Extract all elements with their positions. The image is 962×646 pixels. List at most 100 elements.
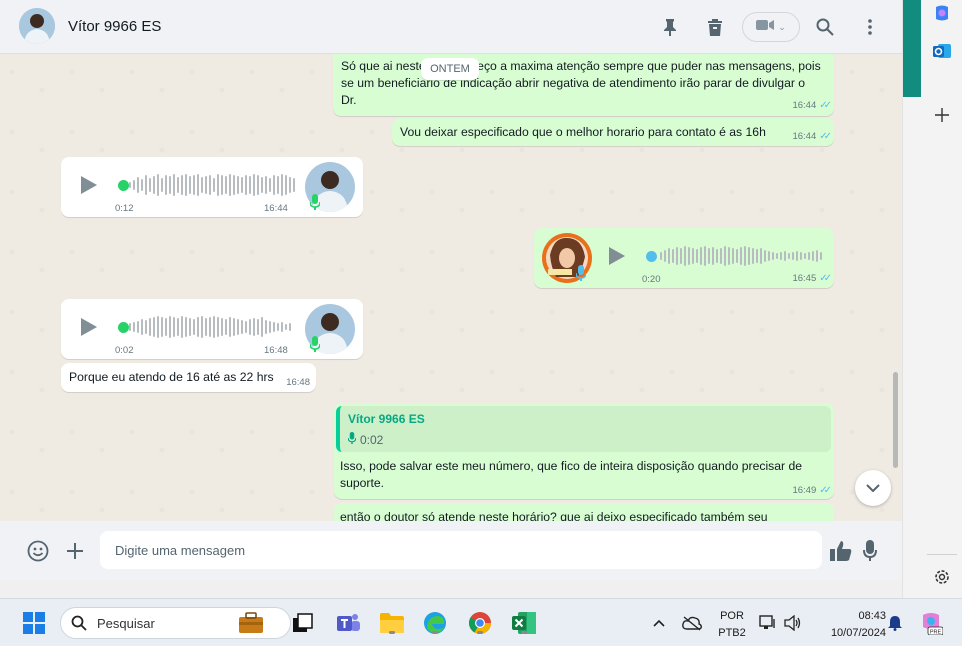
- waveform-bar: [137, 321, 139, 333]
- waveform-bar: [133, 180, 135, 190]
- message-text: Só que ai neste horário peço a maxima at…: [341, 59, 821, 107]
- settings-icon[interactable]: [931, 566, 953, 588]
- contact-avatar[interactable]: [19, 8, 55, 44]
- windows-start-icon[interactable]: [21, 610, 47, 636]
- voice-message-bubble[interactable]: 0:12 16:44: [61, 157, 363, 217]
- waveform-bar: [692, 248, 694, 264]
- reply-message-bubble[interactable]: Vítor 9966 ES 0:02 Isso, pode salvar est…: [334, 403, 834, 499]
- chrome-icon[interactable]: [467, 610, 493, 636]
- waveform-bar: [161, 317, 163, 337]
- outlook-icon[interactable]: [931, 40, 953, 62]
- waveform-bar: [129, 323, 131, 331]
- play-icon[interactable]: [609, 247, 625, 265]
- clock[interactable]: 08:43 10/07/2024: [812, 609, 886, 640]
- waveform-bar: [205, 176, 207, 194]
- waveform-bar: [712, 247, 714, 265]
- language-indicator[interactable]: POR PTB2: [713, 609, 751, 640]
- scroll-down-button[interactable]: [855, 470, 891, 506]
- waveform-bar: [217, 174, 219, 196]
- copilot-icon[interactable]: [931, 2, 953, 24]
- file-explorer-icon[interactable]: [379, 610, 405, 636]
- audio-waveform[interactable]: [129, 174, 295, 196]
- scrollbar-thumb[interactable]: [893, 372, 898, 468]
- waveform-bar: [201, 177, 203, 193]
- waveform-bar: [277, 176, 279, 194]
- chevron-up-icon[interactable]: [649, 610, 669, 636]
- running-indicator: [389, 631, 395, 634]
- notification-bell-icon[interactable]: [886, 610, 904, 636]
- emoji-icon[interactable]: [26, 539, 50, 563]
- waveform-bar: [249, 319, 251, 335]
- audio-waveform[interactable]: [129, 316, 291, 338]
- waveform-bar: [145, 175, 147, 195]
- message-input[interactable]: [100, 531, 822, 569]
- waveform-bar: [169, 316, 171, 338]
- waveform-bar: [177, 318, 179, 336]
- playback-position-dot[interactable]: [118, 322, 129, 333]
- waveform-bar: [776, 253, 778, 259]
- volume-icon[interactable]: [782, 610, 804, 636]
- side-divider: [927, 554, 957, 555]
- waveform-bar: [193, 175, 195, 195]
- thumbs-up-icon[interactable]: [829, 539, 853, 563]
- language-code: POR: [720, 610, 744, 622]
- waveform-bar: [285, 175, 287, 195]
- waveform-bar: [133, 322, 135, 332]
- message-list[interactable]: Só que ai neste horário peço a maxima at…: [0, 54, 902, 521]
- taskbar-search[interactable]: Pesquisar: [60, 607, 291, 639]
- waveform-bar: [269, 321, 271, 333]
- attach-plus-icon[interactable]: [63, 539, 87, 563]
- task-view-icon[interactable]: [290, 610, 316, 636]
- clock-date: 10/07/2024: [830, 627, 886, 639]
- voice-message-bubble[interactable]: 0:20 16:45 ✓✓: [534, 228, 834, 288]
- message-bubble[interactable]: Porque eu atendo de 16 até as 22 hrs 16:…: [61, 363, 316, 392]
- add-icon[interactable]: [931, 104, 953, 126]
- waveform-bar: [173, 317, 175, 337]
- message-bubble[interactable]: então o doutor só atende neste horário? …: [334, 503, 834, 521]
- playback-position-dot[interactable]: [646, 251, 657, 262]
- waveform-bar: [141, 179, 143, 191]
- waveform-bar: [253, 318, 255, 336]
- waveform-bar: [744, 246, 746, 266]
- pin-icon[interactable]: [658, 15, 682, 39]
- waveform-bar: [808, 252, 810, 260]
- waveform-bar: [257, 175, 259, 195]
- mic-icon[interactable]: [858, 539, 882, 563]
- play-icon[interactable]: [81, 176, 97, 194]
- waveform-bar: [141, 319, 143, 335]
- trash-icon[interactable]: [703, 15, 727, 39]
- playback-position-dot[interactable]: [118, 180, 129, 191]
- waveform-bar: [676, 247, 678, 265]
- message-time: 16:48: [264, 345, 288, 356]
- audio-waveform[interactable]: [660, 245, 822, 267]
- contact-name[interactable]: Vítor 9966 ES: [68, 18, 161, 35]
- waveform-bar: [257, 319, 259, 335]
- waveform-bar: [145, 320, 147, 334]
- quoted-message[interactable]: Vítor 9966 ES 0:02: [336, 406, 831, 452]
- waveform-bar: [197, 174, 199, 196]
- more-menu-icon[interactable]: [858, 15, 882, 39]
- play-icon[interactable]: [81, 318, 97, 336]
- copilot-preview-icon[interactable]: PRE: [917, 610, 945, 636]
- edge-icon[interactable]: [422, 610, 448, 636]
- waveform-bar: [680, 248, 682, 264]
- waveform-bar: [185, 174, 187, 196]
- teams-icon[interactable]: [336, 610, 362, 636]
- mic-badge-icon: [309, 336, 321, 352]
- network-icon[interactable]: [758, 610, 778, 636]
- waveform-bar: [672, 249, 674, 263]
- message-bubble[interactable]: Vou deixar especificado que o melhor hor…: [392, 118, 834, 146]
- waveform-bar: [189, 318, 191, 336]
- message-input-box[interactable]: [100, 531, 822, 569]
- message-bubble[interactable]: Só que ai neste horário peço a maxima at…: [333, 54, 834, 116]
- excel-icon[interactable]: [511, 610, 537, 636]
- voice-message-bubble[interactable]: 0:02 16:48: [61, 299, 363, 359]
- video-call-button[interactable]: ⌄: [742, 12, 800, 42]
- waveform-bar: [820, 252, 822, 260]
- waveform-bar: [752, 248, 754, 264]
- waveform-bar: [129, 182, 131, 188]
- cloud-offline-icon[interactable]: [681, 610, 703, 636]
- waveform-bar: [225, 319, 227, 335]
- search-icon[interactable]: [813, 15, 837, 39]
- waveform-bar: [233, 318, 235, 336]
